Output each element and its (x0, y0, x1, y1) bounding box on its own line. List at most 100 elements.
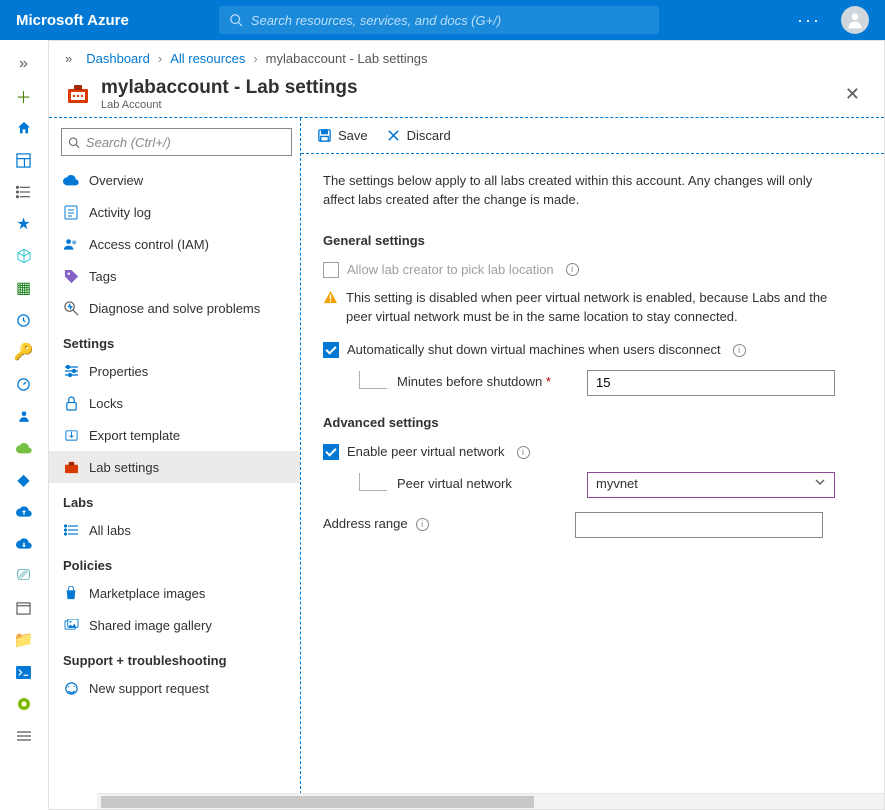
rail-gauge-icon[interactable] (8, 370, 40, 398)
global-search-input[interactable] (251, 13, 649, 28)
enable-peer-checkbox[interactable] (323, 444, 339, 460)
rail-dashboard-icon[interactable] (8, 146, 40, 174)
nav-all-labs[interactable]: All labs (49, 514, 300, 546)
rail-clock-icon[interactable] (8, 306, 40, 334)
rail-create-icon[interactable]: ＋ (8, 82, 40, 110)
rail-cloud-up-icon[interactable] (8, 498, 40, 526)
menu-search[interactable]: « (61, 128, 292, 156)
minutes-before-shutdown-label: Minutes before shutdown * (397, 373, 587, 392)
address-range-row: Address range i (323, 512, 862, 538)
nav-locks[interactable]: Locks (49, 387, 300, 419)
info-icon[interactable]: i (733, 344, 746, 357)
crumb-allresources[interactable]: All resources (170, 51, 245, 66)
global-search[interactable] (219, 6, 659, 34)
nav-access-control[interactable]: Access control (IAM) (49, 228, 300, 260)
peer-vnet-value: myvnet (596, 475, 638, 494)
tag-icon (63, 268, 79, 284)
auto-shutdown-checkbox[interactable] (323, 342, 339, 358)
connector-line (359, 371, 387, 389)
save-button[interactable]: Save (317, 128, 368, 143)
breadcrumb: » Dashboard › All resources › mylabaccou… (49, 41, 884, 75)
rail-key-icon[interactable]: 🔑 (8, 338, 40, 366)
allow-location-label: Allow lab creator to pick lab location (347, 261, 554, 280)
rail-circle-green-icon[interactable] (8, 690, 40, 718)
info-icon[interactable]: i (517, 446, 530, 459)
log-icon (63, 204, 79, 220)
user-avatar[interactable] (841, 6, 869, 34)
page-title: mylabaccount - Lab settings (101, 77, 358, 99)
people-icon (63, 236, 79, 252)
chevron-right-icon: › (253, 51, 257, 66)
rail-person-icon[interactable] (8, 402, 40, 430)
nav-lab-settings[interactable]: Lab settings (49, 451, 300, 483)
rail-lines-icon[interactable] (8, 722, 40, 750)
rail-home-icon[interactable] (8, 114, 40, 142)
left-rail: » ＋ ★ ▦ 🔑 ◆ ⎚ 📁 (0, 40, 48, 810)
address-range-input[interactable] (575, 512, 823, 538)
enable-peer-row: Enable peer virtual network i (323, 443, 862, 462)
rail-terminal-icon[interactable] (8, 658, 40, 686)
nav-export-template[interactable]: Export template (49, 419, 300, 451)
bag-icon (63, 585, 79, 601)
top-bar: Microsoft Azure ··· (0, 0, 885, 40)
location-disabled-warning: This setting is disabled when peer virtu… (323, 289, 843, 327)
save-icon (317, 128, 332, 143)
content-pane: Save Discard The settings below apply to… (301, 118, 884, 809)
rail-diamond-icon[interactable]: ◆ (8, 466, 40, 494)
properties-icon (63, 363, 79, 379)
page-header: mylabaccount - Lab settings Lab Account … (49, 75, 884, 117)
nav-properties[interactable]: Properties (49, 355, 300, 387)
rail-list-icon[interactable] (8, 178, 40, 206)
main-area: » Dashboard › All resources › mylabaccou… (48, 40, 885, 810)
horizontal-scrollbar[interactable] (97, 793, 884, 809)
nav-new-support-request[interactable]: New support request (49, 672, 300, 704)
nav-group-policies: Policies (49, 546, 300, 577)
breadcrumb-expand-icon[interactable]: » (65, 51, 72, 66)
rail-grid-icon[interactable]: ▦ (8, 274, 40, 302)
rail-window-icon[interactable] (8, 594, 40, 622)
minutes-before-shutdown-input[interactable] (587, 370, 835, 396)
info-icon[interactable]: i (566, 263, 579, 276)
chevron-right-icon: › (158, 51, 162, 66)
page-subtitle: Lab Account (101, 99, 358, 111)
crumb-current: mylabaccount - Lab settings (266, 51, 428, 66)
nav-diagnose[interactable]: Diagnose and solve problems (49, 292, 300, 324)
menu-search-input[interactable] (86, 135, 285, 150)
resource-menu: « Overview Activity log Access control (… (49, 118, 301, 809)
nav-shared-image-gallery[interactable]: Shared image gallery (49, 609, 300, 641)
rail-luggage-icon[interactable]: ⎚ (8, 562, 40, 590)
brand-logo: Microsoft Azure (16, 12, 129, 29)
rail-expand-icon[interactable]: » (8, 50, 40, 78)
connector-line (359, 473, 387, 491)
info-icon[interactable]: i (416, 518, 429, 531)
support-icon (63, 680, 79, 696)
discard-button[interactable]: Discard (386, 128, 451, 143)
gallery-icon (63, 617, 79, 633)
nav-activity-log[interactable]: Activity log (49, 196, 300, 228)
rail-favorites-icon[interactable]: ★ (8, 210, 40, 238)
toolbox-icon (63, 459, 79, 475)
search-icon (229, 13, 243, 27)
crumb-dashboard[interactable]: Dashboard (86, 51, 150, 66)
nav-tags[interactable]: Tags (49, 260, 300, 292)
cloud-icon (63, 172, 79, 188)
rail-cloud-green-icon[interactable] (8, 434, 40, 462)
peer-vnet-select[interactable]: myvnet (587, 472, 835, 498)
auto-shutdown-row: Automatically shut down virtual machines… (323, 341, 862, 360)
rail-cloud-down-icon[interactable] (8, 530, 40, 558)
nav-overview[interactable]: Overview (49, 164, 300, 196)
auto-shutdown-label: Automatically shut down virtual machines… (347, 341, 721, 360)
export-icon (63, 427, 79, 443)
rail-folder-icon[interactable]: 📁 (8, 626, 40, 654)
scrollbar-thumb[interactable] (101, 796, 534, 808)
command-bar: Save Discard (301, 118, 884, 154)
nav-marketplace-images[interactable]: Marketplace images (49, 577, 300, 609)
chevron-down-icon (814, 475, 826, 494)
close-button[interactable]: ✕ (837, 80, 868, 109)
address-range-label: Address range (323, 515, 408, 534)
nav-group-settings: Settings (49, 324, 300, 355)
discard-icon (386, 128, 401, 143)
rail-cube-icon[interactable] (8, 242, 40, 270)
enable-peer-label: Enable peer virtual network (347, 443, 505, 462)
more-menu[interactable]: ··· (797, 10, 821, 31)
